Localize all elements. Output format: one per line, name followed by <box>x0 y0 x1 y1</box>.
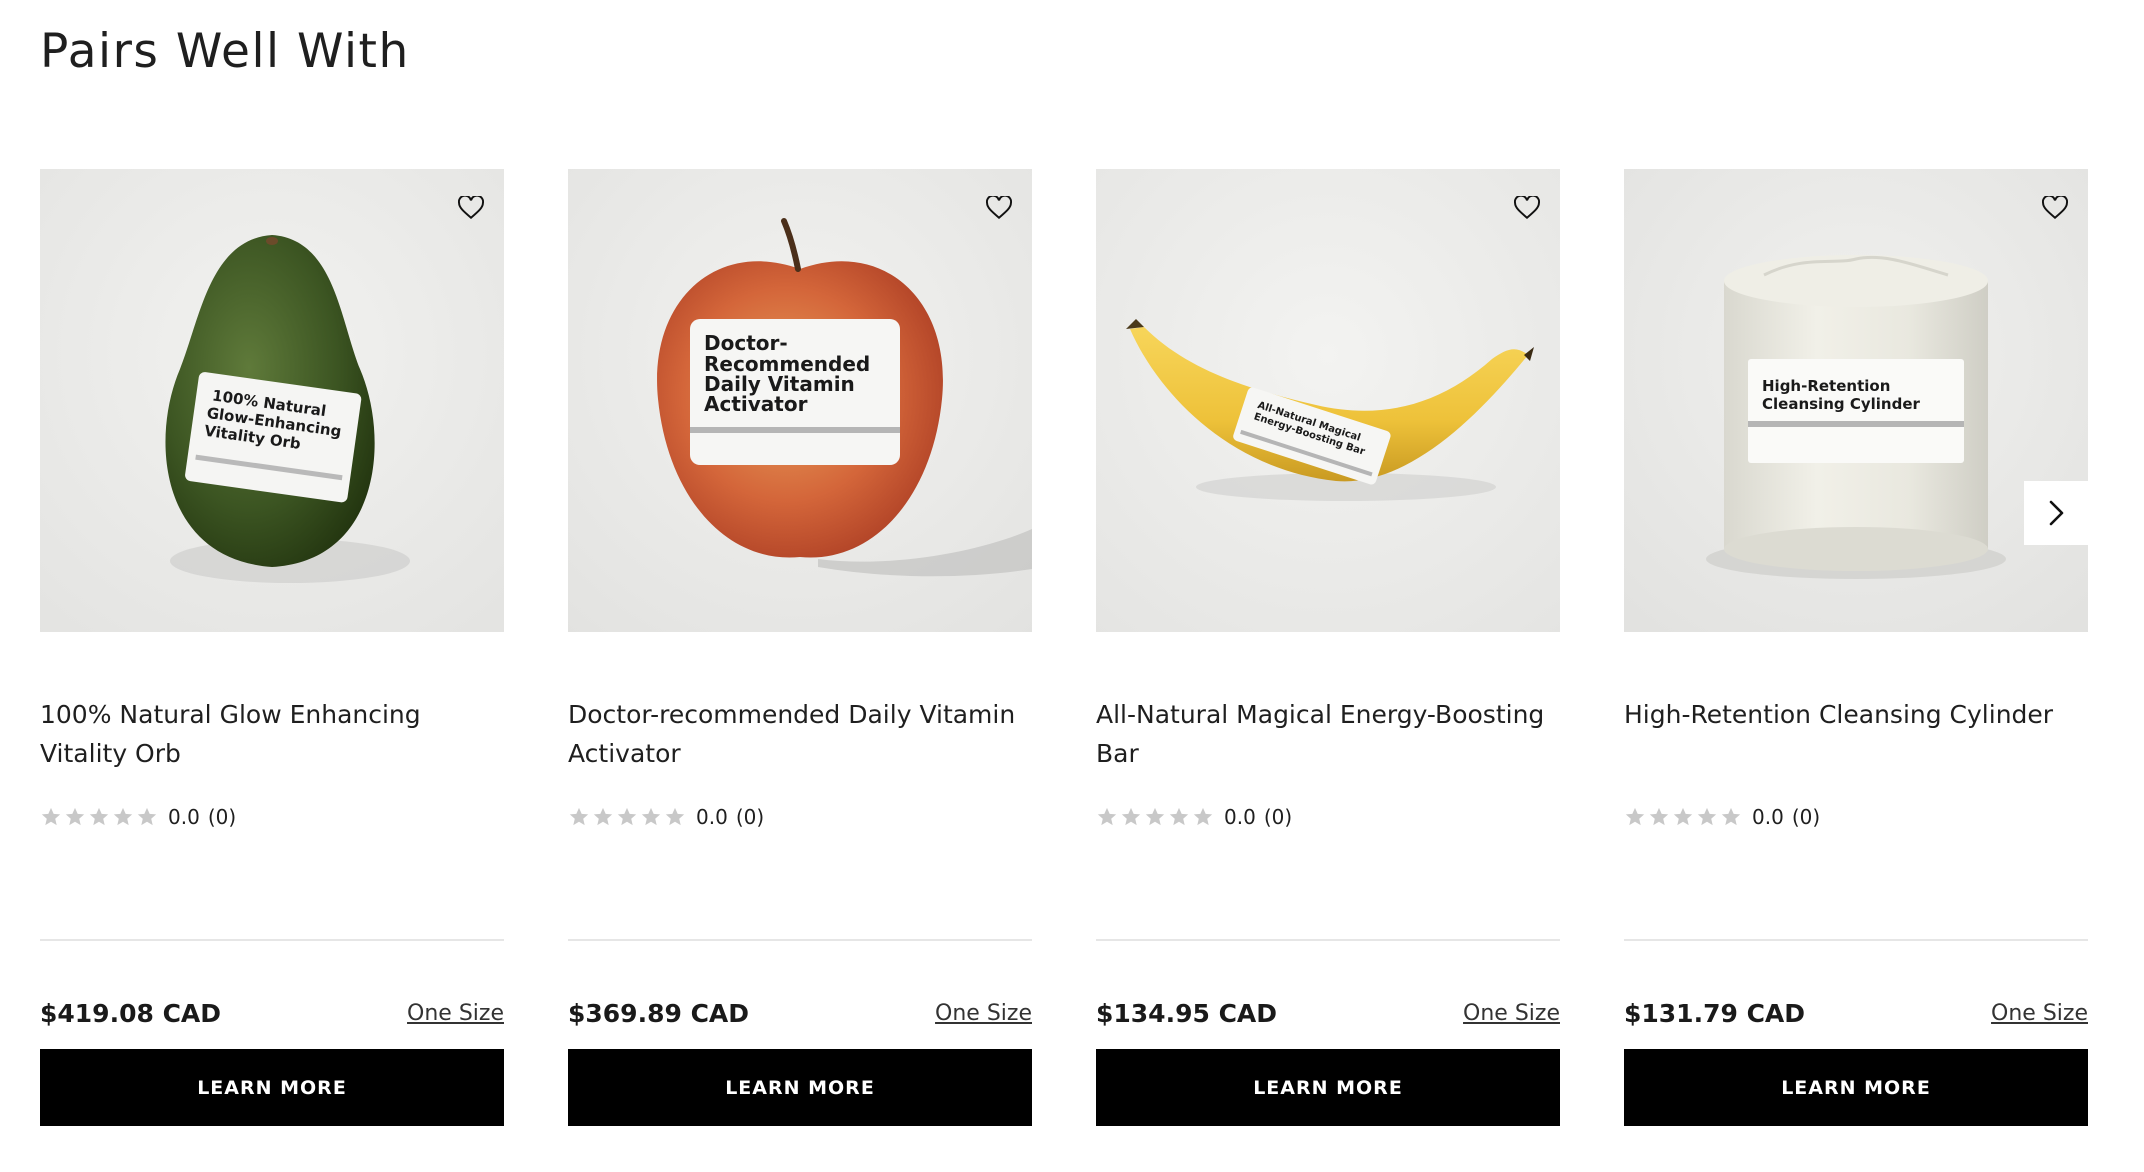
star-icon <box>1169 807 1189 826</box>
star-icon <box>41 807 61 826</box>
product-image[interactable]: 100% Natural Glow-Enhancing Vitality Orb <box>40 169 504 632</box>
star-icon <box>1697 807 1717 826</box>
wishlist-heart-icon[interactable] <box>1510 191 1544 225</box>
avocado-icon: 100% Natural Glow-Enhancing Vitality Orb <box>40 169 504 632</box>
price-row: $369.89 CAD One Size <box>568 978 1032 1048</box>
star-icon <box>65 807 85 826</box>
product-rating: 0.0 (0) <box>1096 802 1292 832</box>
price-row: $131.79 CAD One Size <box>1624 978 2088 1048</box>
apple-icon: Doctor- Recommended Daily Vitamin Activa… <box>568 169 1032 632</box>
product-price: $419.08 CAD <box>40 998 222 1028</box>
star-icon <box>1649 807 1669 826</box>
section-title: Pairs Well With <box>40 24 410 79</box>
star-icon <box>113 807 133 826</box>
star-icon <box>1673 807 1693 826</box>
size-link[interactable]: One Size <box>407 1001 504 1026</box>
product-price: $134.95 CAD <box>1096 998 1278 1028</box>
product-title[interactable]: High-Retention Cleansing Cylinder <box>1624 695 2088 734</box>
price-row: $419.08 CAD One Size <box>40 978 504 1048</box>
rating-count[interactable]: (0) <box>1792 805 1820 829</box>
rating-count[interactable]: (0) <box>1264 805 1292 829</box>
divider <box>568 939 1032 941</box>
product-card: Doctor- Recommended Daily Vitamin Activa… <box>568 169 1032 1126</box>
rating-stars <box>1624 806 1742 828</box>
product-label-line: High-Retention <box>1762 377 1890 395</box>
chevron-right-icon <box>2049 500 2064 526</box>
star-icon <box>641 807 661 826</box>
star-icon <box>665 807 685 826</box>
star-icon <box>593 807 613 826</box>
divider <box>1624 939 2088 941</box>
rating-stars <box>40 806 158 828</box>
product-label-line: Activator <box>704 392 808 416</box>
price-row: $134.95 CAD One Size <box>1096 978 1560 1048</box>
rating-count[interactable]: (0) <box>208 805 236 829</box>
divider <box>40 939 504 941</box>
size-link[interactable]: One Size <box>935 1001 1032 1026</box>
learn-more-button[interactable]: LEARN MORE <box>1624 1049 2088 1126</box>
size-link[interactable]: One Size <box>1991 1001 2088 1026</box>
star-icon <box>1097 807 1117 826</box>
wishlist-heart-icon[interactable] <box>454 191 488 225</box>
toilet-paper-icon: High-Retention Cleansing Cylinder <box>1624 169 2088 632</box>
rating-stars <box>568 806 686 828</box>
product-image[interactable]: High-Retention Cleansing Cylinder <box>1624 169 2088 632</box>
rating-score: 0.0 <box>696 805 728 829</box>
wishlist-heart-icon[interactable] <box>982 191 1016 225</box>
rating-score: 0.0 <box>1224 805 1256 829</box>
product-image[interactable]: Doctor- Recommended Daily Vitamin Activa… <box>568 169 1032 632</box>
product-card: High-Retention Cleansing Cylinder High-R… <box>1624 169 2088 1126</box>
product-title[interactable]: Doctor-recommended Daily Vitamin Activat… <box>568 695 1032 773</box>
star-icon <box>1721 807 1741 826</box>
star-icon <box>89 807 109 826</box>
star-icon <box>617 807 637 826</box>
product-price: $369.89 CAD <box>568 998 750 1028</box>
product-rating: 0.0 (0) <box>568 802 764 832</box>
product-card: All-Natural Magical Energy-Boosting Bar … <box>1096 169 1560 1126</box>
star-icon <box>137 807 157 826</box>
product-rating: 0.0 (0) <box>1624 802 1820 832</box>
product-title[interactable]: 100% Natural Glow Enhancing Vitality Orb <box>40 695 504 773</box>
banana-icon: All-Natural Magical Energy-Boosting Bar <box>1096 169 1560 632</box>
learn-more-button[interactable]: LEARN MORE <box>40 1049 504 1126</box>
product-label-line: Cleansing Cylinder <box>1762 395 1920 413</box>
rating-count[interactable]: (0) <box>736 805 764 829</box>
rating-score: 0.0 <box>1752 805 1784 829</box>
learn-more-button[interactable]: LEARN MORE <box>568 1049 1032 1126</box>
star-icon <box>1625 807 1645 826</box>
wishlist-heart-icon[interactable] <box>2038 191 2072 225</box>
rating-stars <box>1096 806 1214 828</box>
star-icon <box>1121 807 1141 826</box>
product-rating: 0.0 (0) <box>40 802 236 832</box>
star-icon <box>1193 807 1213 826</box>
product-image[interactable]: All-Natural Magical Energy-Boosting Bar <box>1096 169 1560 632</box>
divider <box>1096 939 1560 941</box>
product-title[interactable]: All-Natural Magical Energy-Boosting Bar <box>1096 695 1560 773</box>
carousel-next-button[interactable] <box>2024 481 2088 545</box>
size-link[interactable]: One Size <box>1463 1001 1560 1026</box>
learn-more-button[interactable]: LEARN MORE <box>1096 1049 1560 1126</box>
rating-score: 0.0 <box>168 805 200 829</box>
product-price: $131.79 CAD <box>1624 998 1806 1028</box>
product-card: 100% Natural Glow-Enhancing Vitality Orb… <box>40 169 504 1126</box>
star-icon <box>569 807 589 826</box>
star-icon <box>1145 807 1165 826</box>
